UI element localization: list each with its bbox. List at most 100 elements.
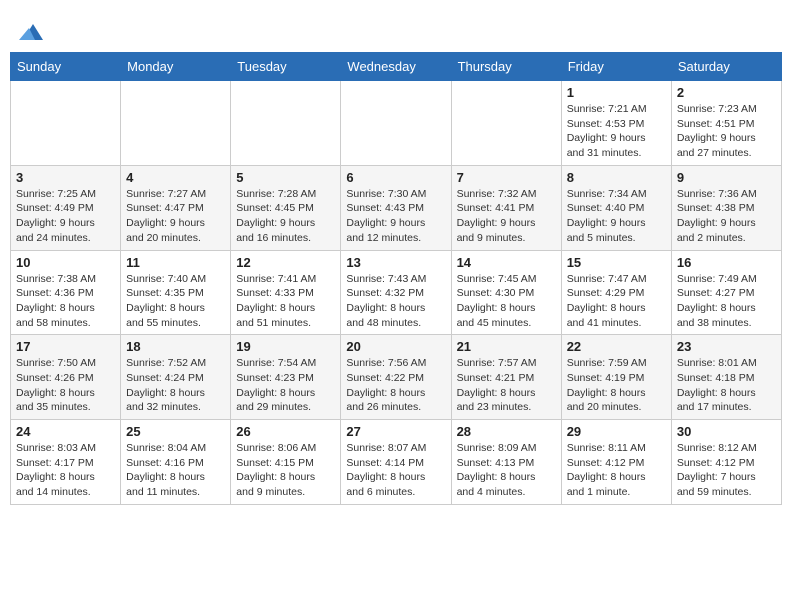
weekday-header: Wednesday (341, 53, 451, 81)
day-number: 24 (16, 424, 115, 439)
weekday-header: Saturday (671, 53, 781, 81)
day-info: Sunrise: 8:06 AMSunset: 4:15 PMDaylight:… (236, 441, 335, 500)
calendar-cell: 9 Sunrise: 7:36 AMSunset: 4:38 PMDaylight… (671, 165, 781, 250)
calendar-cell: 10 Sunrise: 7:38 AMSunset: 4:36 PMDayligh… (11, 250, 121, 335)
weekday-header: Friday (561, 53, 671, 81)
weekday-header: Sunday (11, 53, 121, 81)
day-number: 20 (346, 339, 445, 354)
calendar-cell: 14Sunrise: 7:45 AMSunset: 4:30 PMDayligh… (451, 250, 561, 335)
calendar-cell: 27 Sunrise: 8:07 AMSunset: 4:14 PMDayligh… (341, 420, 451, 505)
calendar-cell: 19 Sunrise: 7:54 AMSunset: 4:23 PMDayligh… (231, 335, 341, 420)
calendar-cell: 12 Sunrise: 7:41 AMSunset: 4:33 PMDayligh… (231, 250, 341, 335)
day-number: 28 (457, 424, 556, 439)
day-number: 12 (236, 255, 335, 270)
day-info: Sunrise: 8:01 AMSunset: 4:18 PMDaylight:… (677, 356, 776, 415)
calendar-cell: 6 Sunrise: 7:30 AMSunset: 4:43 PMDaylight… (341, 165, 451, 250)
calendar-cell: 20 Sunrise: 7:56 AMSunset: 4:22 PMDayligh… (341, 335, 451, 420)
calendar-cell: 21 Sunrise: 7:57 AMSunset: 4:21 PMDayligh… (451, 335, 561, 420)
calendar-cell: 24 Sunrise: 8:03 AMSunset: 4:17 PMDayligh… (11, 420, 121, 505)
day-number: 23 (677, 339, 776, 354)
day-number: 13 (346, 255, 445, 270)
calendar-cell: 26 Sunrise: 8:06 AMSunset: 4:15 PMDayligh… (231, 420, 341, 505)
day-info: Sunrise: 7:56 AMSunset: 4:22 PMDaylight:… (346, 356, 445, 415)
day-info: Sunrise: 8:07 AMSunset: 4:14 PMDaylight:… (346, 441, 445, 500)
day-info: Sunrise: 7:54 AMSunset: 4:23 PMDaylight:… (236, 356, 335, 415)
day-number: 30 (677, 424, 776, 439)
day-number: 2 (677, 85, 776, 100)
day-info: Sunrise: 8:11 AMSunset: 4:12 PMDaylight:… (567, 441, 666, 500)
calendar-cell: 1 Sunrise: 7:21 AMSunset: 4:53 PMDaylight… (561, 81, 671, 166)
weekday-header: Thursday (451, 53, 561, 81)
logo-icon (19, 20, 43, 44)
calendar-table: SundayMondayTuesdayWednesdayThursdayFrid… (10, 52, 782, 505)
calendar-cell: 5 Sunrise: 7:28 AMSunset: 4:45 PMDaylight… (231, 165, 341, 250)
day-info: Sunrise: 7:27 AMSunset: 4:47 PMDaylight:… (126, 187, 225, 246)
day-number: 9 (677, 170, 776, 185)
day-info: Sunrise: 7:45 AMSunset: 4:30 PMDaylight:… (457, 272, 556, 331)
day-info: Sunrise: 7:47 AMSunset: 4:29 PMDaylight:… (567, 272, 666, 331)
calendar-cell: 23 Sunrise: 8:01 AMSunset: 4:18 PMDayligh… (671, 335, 781, 420)
day-info: Sunrise: 7:32 AMSunset: 4:41 PMDaylight:… (457, 187, 556, 246)
day-number: 4 (126, 170, 225, 185)
day-number: 21 (457, 339, 556, 354)
day-number: 7 (457, 170, 556, 185)
day-number: 27 (346, 424, 445, 439)
day-info: Sunrise: 7:34 AMSunset: 4:40 PMDaylight:… (567, 187, 666, 246)
calendar-cell: 7 Sunrise: 7:32 AMSunset: 4:41 PMDaylight… (451, 165, 561, 250)
calendar-cell: 11Sunrise: 7:40 AMSunset: 4:35 PMDayligh… (121, 250, 231, 335)
calendar-cell (121, 81, 231, 166)
calendar-week-row: 1 Sunrise: 7:21 AMSunset: 4:53 PMDaylight… (11, 81, 782, 166)
day-info: Sunrise: 7:52 AMSunset: 4:24 PMDaylight:… (126, 356, 225, 415)
day-info: Sunrise: 7:40 AMSunset: 4:35 PMDaylight:… (126, 272, 225, 331)
day-number: 15 (567, 255, 666, 270)
day-number: 8 (567, 170, 666, 185)
calendar-cell: 22 Sunrise: 7:59 AMSunset: 4:19 PMDayligh… (561, 335, 671, 420)
day-info: Sunrise: 8:03 AMSunset: 4:17 PMDaylight:… (16, 441, 115, 500)
calendar-cell: 15 Sunrise: 7:47 AMSunset: 4:29 PMDayligh… (561, 250, 671, 335)
day-number: 17 (16, 339, 115, 354)
calendar-cell: 30 Sunrise: 8:12 AMSunset: 4:12 PMDayligh… (671, 420, 781, 505)
logo (15, 20, 43, 44)
calendar-week-row: 10 Sunrise: 7:38 AMSunset: 4:36 PMDayligh… (11, 250, 782, 335)
day-info: Sunrise: 8:09 AMSunset: 4:13 PMDaylight:… (457, 441, 556, 500)
day-number: 22 (567, 339, 666, 354)
calendar-cell: 17 Sunrise: 7:50 AMSunset: 4:26 PMDayligh… (11, 335, 121, 420)
day-info: Sunrise: 7:43 AMSunset: 4:32 PMDaylight:… (346, 272, 445, 331)
calendar-week-row: 3Sunrise: 7:25 AMSunset: 4:49 PMDaylight… (11, 165, 782, 250)
day-number: 16 (677, 255, 776, 270)
day-info: Sunrise: 7:28 AMSunset: 4:45 PMDaylight:… (236, 187, 335, 246)
day-number: 26 (236, 424, 335, 439)
calendar-cell: 25 Sunrise: 8:04 AMSunset: 4:16 PMDayligh… (121, 420, 231, 505)
calendar-cell: 18 Sunrise: 7:52 AMSunset: 4:24 PMDayligh… (121, 335, 231, 420)
calendar-cell: 3Sunrise: 7:25 AMSunset: 4:49 PMDaylight… (11, 165, 121, 250)
day-number: 10 (16, 255, 115, 270)
day-number: 25 (126, 424, 225, 439)
day-number: 29 (567, 424, 666, 439)
day-info: Sunrise: 7:25 AMSunset: 4:49 PMDaylight:… (16, 187, 115, 246)
day-info: Sunrise: 7:59 AMSunset: 4:19 PMDaylight:… (567, 356, 666, 415)
day-info: Sunrise: 7:21 AMSunset: 4:53 PMDaylight:… (567, 102, 666, 161)
day-info: Sunrise: 7:23 AMSunset: 4:51 PMDaylight:… (677, 102, 776, 161)
calendar-header-row: SundayMondayTuesdayWednesdayThursdayFrid… (11, 53, 782, 81)
weekday-header: Monday (121, 53, 231, 81)
calendar-cell: 2 Sunrise: 7:23 AMSunset: 4:51 PMDaylight… (671, 81, 781, 166)
calendar-cell: 29 Sunrise: 8:11 AMSunset: 4:12 PMDayligh… (561, 420, 671, 505)
day-info: Sunrise: 7:57 AMSunset: 4:21 PMDaylight:… (457, 356, 556, 415)
day-number: 18 (126, 339, 225, 354)
day-number: 5 (236, 170, 335, 185)
day-number: 6 (346, 170, 445, 185)
calendar-cell: 13 Sunrise: 7:43 AMSunset: 4:32 PMDayligh… (341, 250, 451, 335)
day-info: Sunrise: 7:36 AMSunset: 4:38 PMDaylight:… (677, 187, 776, 246)
day-info: Sunrise: 8:04 AMSunset: 4:16 PMDaylight:… (126, 441, 225, 500)
day-number: 1 (567, 85, 666, 100)
day-info: Sunrise: 7:38 AMSunset: 4:36 PMDaylight:… (16, 272, 115, 331)
day-info: Sunrise: 7:41 AMSunset: 4:33 PMDaylight:… (236, 272, 335, 331)
day-info: Sunrise: 7:50 AMSunset: 4:26 PMDaylight:… (16, 356, 115, 415)
day-info: Sunrise: 8:12 AMSunset: 4:12 PMDaylight:… (677, 441, 776, 500)
calendar-week-row: 17 Sunrise: 7:50 AMSunset: 4:26 PMDayligh… (11, 335, 782, 420)
calendar-cell (11, 81, 121, 166)
day-info: Sunrise: 7:49 AMSunset: 4:27 PMDaylight:… (677, 272, 776, 331)
calendar-cell: 28 Sunrise: 8:09 AMSunset: 4:13 PMDayligh… (451, 420, 561, 505)
day-number: 19 (236, 339, 335, 354)
day-info: Sunrise: 7:30 AMSunset: 4:43 PMDaylight:… (346, 187, 445, 246)
